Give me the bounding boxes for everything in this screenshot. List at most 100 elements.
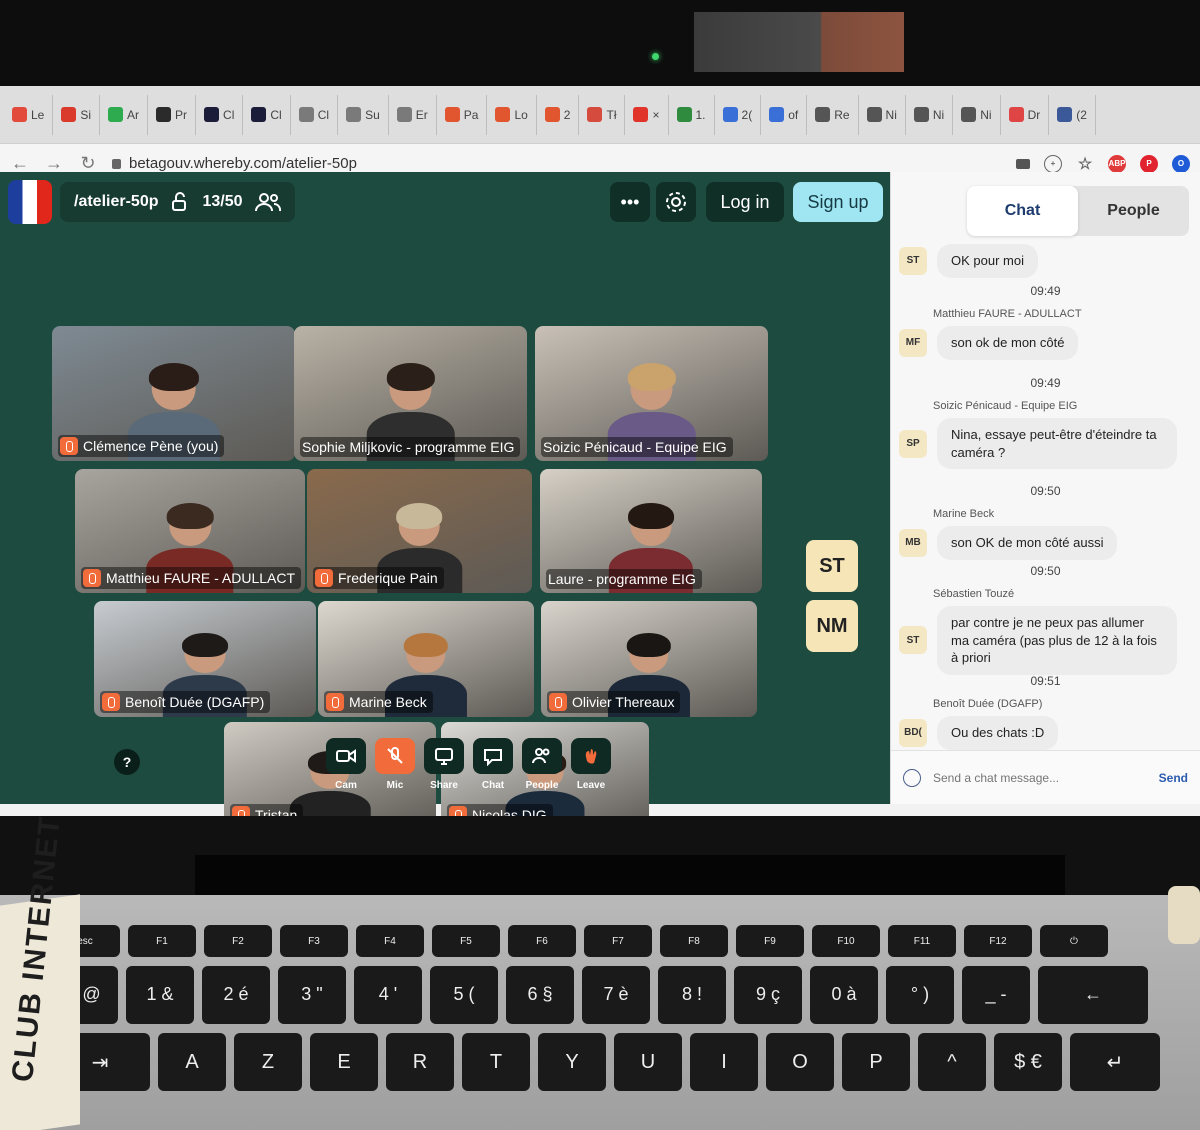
browser-tab[interactable]: Ar	[100, 94, 149, 135]
participant-video-tile[interactable]: Benoît Duée (DGAFP)	[94, 601, 316, 717]
keyboard-key[interactable]: 1 &	[126, 966, 194, 1024]
reload-icon[interactable]: ↻	[78, 153, 98, 174]
participant-video-tile[interactable]: Frederique Pain	[307, 469, 532, 593]
keyboard-key[interactable]: 0 à	[810, 966, 878, 1024]
keyboard-key[interactable]: F7	[584, 925, 652, 957]
browser-tab[interactable]: Le	[4, 94, 54, 135]
keyboard-key[interactable]: ^	[918, 1033, 986, 1091]
browser-tab[interactable]: Pr	[148, 94, 197, 135]
keyboard-key[interactable]: ⏻	[1040, 925, 1108, 957]
keyboard-key[interactable]: E	[310, 1033, 378, 1091]
keyboard-key[interactable]: 7 è	[582, 966, 650, 1024]
toolbar-button-people[interactable]: People	[522, 738, 562, 791]
keyboard-key[interactable]: 5 (	[430, 966, 498, 1024]
keyboard-key[interactable]: Z	[234, 1033, 302, 1091]
login-button[interactable]: Log in	[706, 182, 784, 222]
settings-button[interactable]	[656, 182, 696, 222]
participant-video-tile[interactable]: Matthieu FAURE - ADULLACT	[75, 469, 305, 593]
participant-video-tile[interactable]: Laure - programme EIG	[540, 469, 762, 593]
participant-video-tile[interactable]: Soizic Pénicaud - Equipe EIG	[535, 326, 768, 461]
browser-tab[interactable]: 2(	[715, 94, 762, 135]
browser-tab[interactable]: Cl	[196, 94, 244, 135]
browser-tab[interactable]: Tł	[579, 94, 626, 135]
keyboard-key[interactable]: Y	[538, 1033, 606, 1091]
keyboard-key[interactable]: 8 !	[658, 966, 726, 1024]
back-icon[interactable]: ←	[10, 153, 30, 174]
keyboard-key[interactable]: 4 '	[354, 966, 422, 1024]
keyboard-key[interactable]: $ €	[994, 1033, 1062, 1091]
more-options-button[interactable]: •••	[610, 182, 650, 222]
browser-tab[interactable]: Dr	[1001, 94, 1050, 135]
keyboard-key[interactable]: 2 é	[202, 966, 270, 1024]
keyboard-key[interactable]: O	[766, 1033, 834, 1091]
toolbar-button-chat[interactable]: Chat	[473, 738, 513, 791]
browser-tab[interactable]: Si	[53, 94, 101, 135]
keyboard-key[interactable]: F2	[204, 925, 272, 957]
keyboard-key[interactable]: F6	[508, 925, 576, 957]
forward-icon[interactable]: →	[44, 153, 64, 174]
browser-tab[interactable]: Ni	[953, 94, 1001, 135]
participant-video-tile[interactable]: Clémence Pène (you)	[52, 326, 295, 461]
adblock-icon[interactable]: ABP	[1108, 154, 1126, 173]
chat-input[interactable]	[933, 770, 1147, 785]
star-icon[interactable]: ☆	[1076, 155, 1094, 173]
signup-button[interactable]: Sign up	[793, 182, 883, 222]
keyboard-key[interactable]: ←	[1038, 966, 1148, 1024]
participant-video-tile[interactable]: Marine Beck	[318, 601, 534, 717]
browser-tab[interactable]: Su	[338, 94, 389, 135]
keyboard-key[interactable]: F4	[356, 925, 424, 957]
browser-tab[interactable]: ×	[625, 94, 669, 135]
keyboard-key[interactable]: F10	[812, 925, 880, 957]
participant-avatar-st[interactable]: ST	[806, 540, 858, 592]
toolbar-button-mic[interactable]: Mic	[375, 738, 415, 791]
keyboard-key[interactable]: _ -	[962, 966, 1030, 1024]
browser-tab[interactable]: 1.	[669, 94, 715, 135]
browser-tab[interactable]: Ni	[906, 94, 954, 135]
keyboard-key[interactable]: A	[158, 1033, 226, 1091]
ring-icon[interactable]: O	[1172, 154, 1190, 173]
keyboard-key[interactable]: ° )	[886, 966, 954, 1024]
keyboard-key[interactable]: F3	[280, 925, 348, 957]
emoji-icon[interactable]	[903, 768, 921, 787]
keyboard-key[interactable]: ↵	[1070, 1033, 1160, 1091]
keyboard-key[interactable]: 9 ç	[734, 966, 802, 1024]
keyboard-key[interactable]: F5	[432, 925, 500, 957]
camera-icon[interactable]	[1016, 158, 1030, 169]
keyboard-key[interactable]: F11	[888, 925, 956, 957]
toolbar-button-cam[interactable]: Cam	[326, 738, 366, 791]
send-button[interactable]: Send	[1159, 771, 1188, 785]
keyboard-key[interactable]: F8	[660, 925, 728, 957]
keyboard-key[interactable]: P	[842, 1033, 910, 1091]
browser-tab[interactable]: (2	[1049, 94, 1096, 135]
toolbar-button-share[interactable]: Share	[424, 738, 464, 791]
browser-tab[interactable]: Pa	[437, 94, 488, 135]
browser-tab[interactable]: 2	[537, 94, 580, 135]
keyboard-key[interactable]: F9	[736, 925, 804, 957]
participant-video-tile[interactable]: Sophie Miljkovic - programme EIG	[294, 326, 527, 461]
keyboard-key[interactable]: R	[386, 1033, 454, 1091]
participant-video-tile[interactable]: Olivier Thereaux	[541, 601, 757, 717]
keyboard-key[interactable]: U	[614, 1033, 682, 1091]
browser-tab[interactable]: of	[761, 94, 808, 135]
url-field[interactable]: betagouv.whereby.com/atelier-50p	[112, 155, 357, 172]
browser-tab[interactable]: Lo	[487, 94, 537, 135]
browser-tab[interactable]: Ni	[859, 94, 906, 135]
browser-tab[interactable]: Cl	[291, 94, 339, 135]
help-button[interactable]: ?	[114, 749, 140, 775]
browser-tab[interactable]: Er	[389, 94, 437, 135]
plus-icon[interactable]: +	[1044, 154, 1062, 173]
browser-tab[interactable]: Re	[807, 94, 859, 135]
pinterest-icon[interactable]: P	[1140, 154, 1158, 173]
toolbar-button-leave[interactable]: Leave	[571, 738, 611, 791]
keyboard-key[interactable]: 6 §	[506, 966, 574, 1024]
keyboard-key[interactable]: T	[462, 1033, 530, 1091]
keyboard-key[interactable]: F1	[128, 925, 196, 957]
browser-tab[interactable]: Cl	[243, 94, 291, 135]
participant-avatar-nm[interactable]: NM	[806, 600, 858, 652]
tab-people[interactable]: People	[1078, 186, 1189, 236]
keyboard-key[interactable]: I	[690, 1033, 758, 1091]
tab-chat[interactable]: Chat	[967, 186, 1078, 236]
keyboard-key[interactable]: 3 "	[278, 966, 346, 1024]
room-info[interactable]: /atelier-50p 13/50	[60, 182, 295, 222]
keyboard-key[interactable]: F12	[964, 925, 1032, 957]
